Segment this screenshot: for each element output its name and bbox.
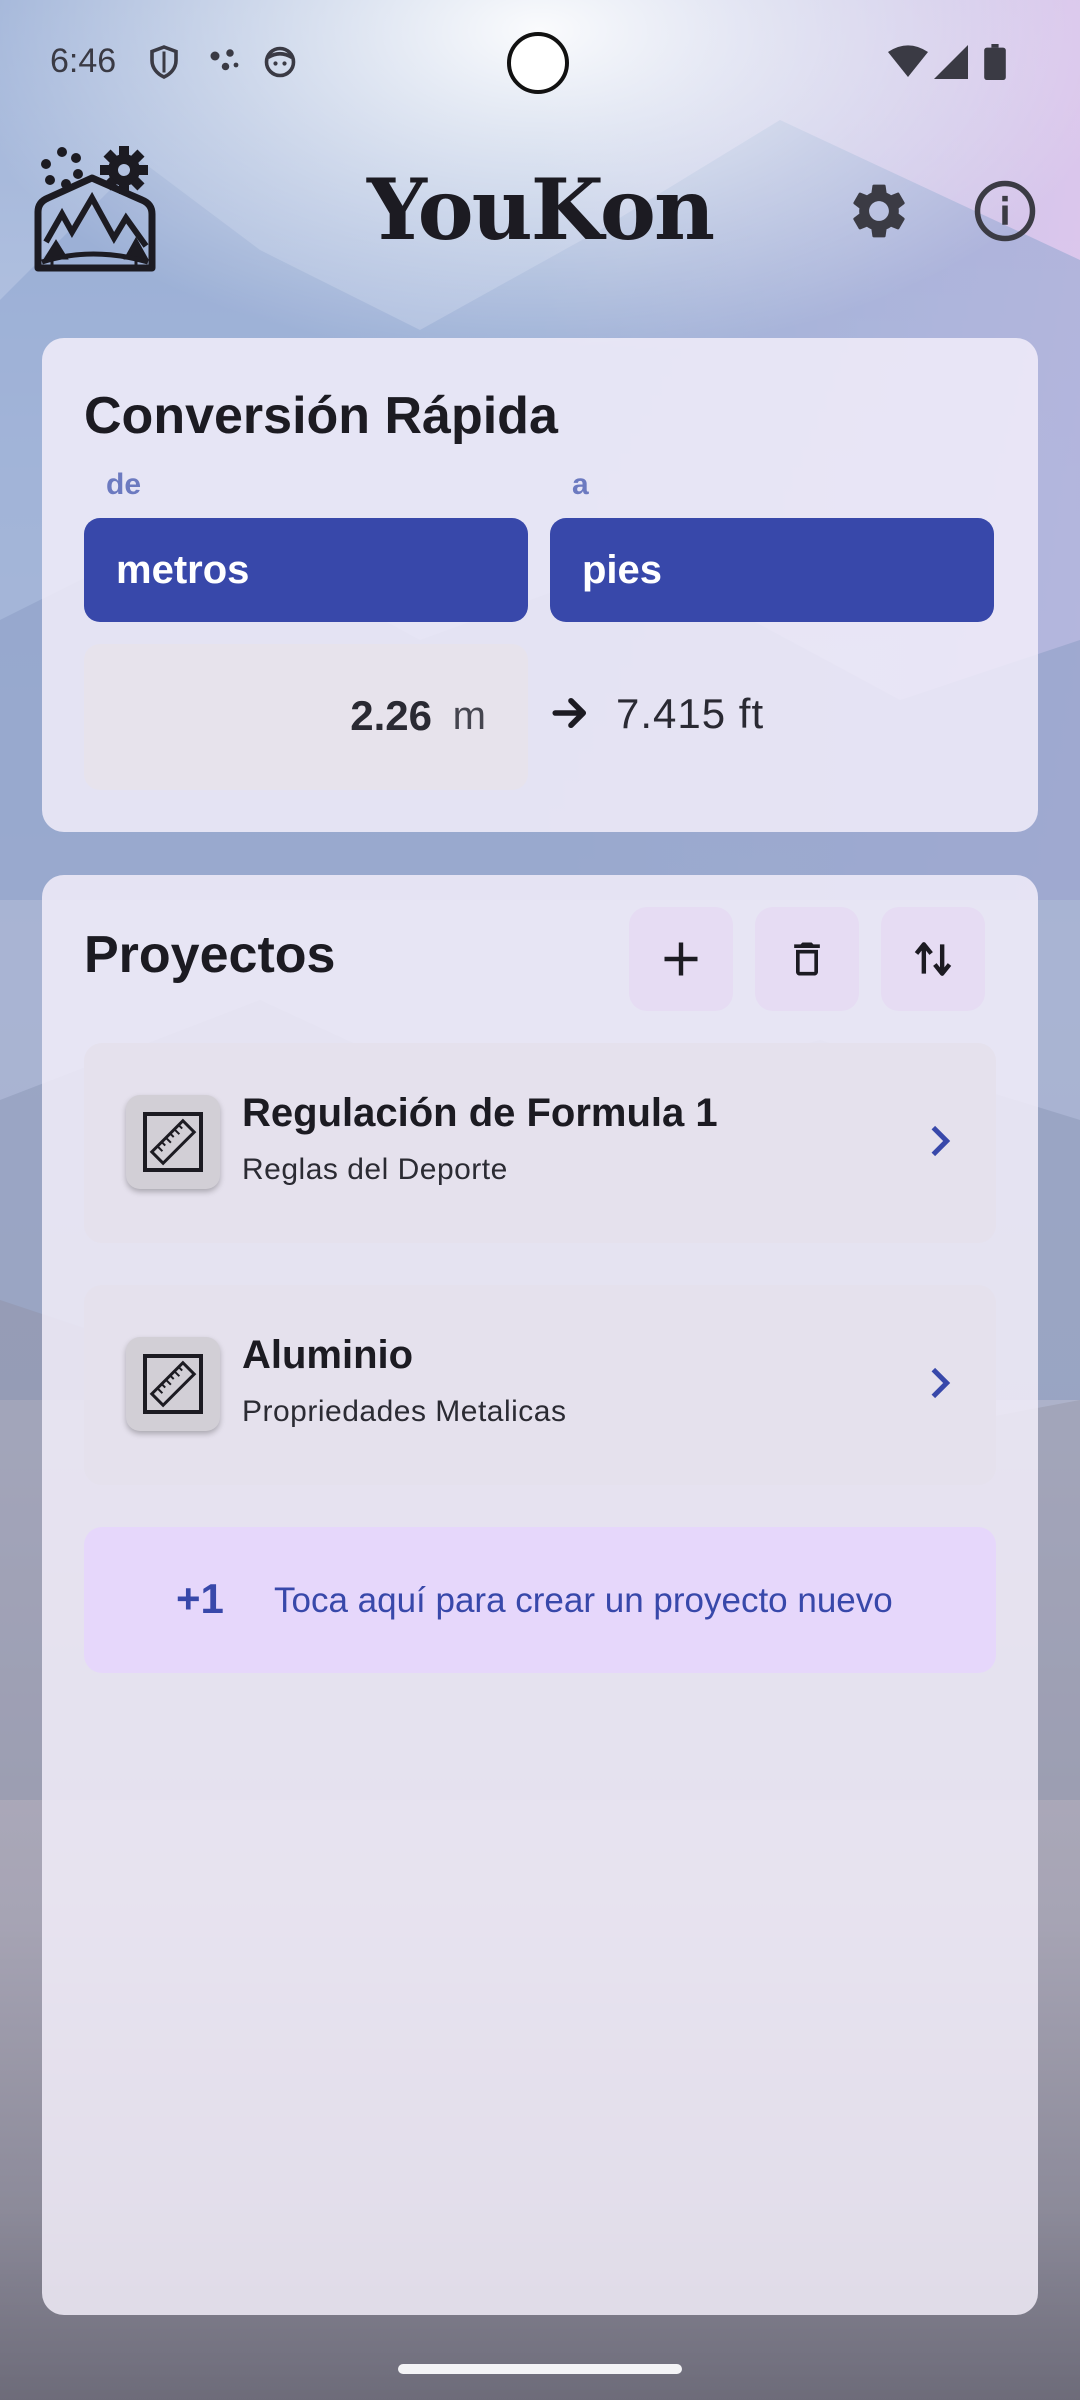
to-label: a: [572, 468, 589, 501]
project-subtitle: Reglas del Deporte: [242, 1153, 508, 1186]
info-icon: [972, 180, 1038, 248]
quick-conversion-title: Conversión Rápida: [84, 387, 558, 445]
dots-icon: [206, 44, 242, 85]
project-title: Regulación de Formula 1: [242, 1091, 718, 1135]
status-bar: 6:46: [0, 0, 1080, 128]
create-project-label: Toca aquí para crear un proyecto nuevo: [274, 1581, 893, 1620]
add-project-button[interactable]: [629, 907, 733, 1011]
value-input[interactable]: 2.26 m: [84, 644, 528, 790]
projects-card: Proyectos Regulación de Formula 1 Reglas…: [42, 875, 1038, 2315]
chevron-right-icon: [920, 1121, 960, 1166]
quick-conversion-card: Conversión Rápida de a metros pies 2.26 …: [42, 338, 1038, 832]
battery-icon: [984, 44, 1006, 85]
input-unit: m: [452, 694, 486, 738]
shield-icon: [146, 44, 182, 85]
to-unit-select[interactable]: pies: [550, 518, 994, 622]
status-time: 6:46: [50, 42, 117, 80]
conversion-result: 7.415 ft: [616, 690, 765, 737]
delete-project-button[interactable]: [755, 907, 859, 1011]
sort-projects-button[interactable]: [881, 907, 985, 1011]
signal-icon: [934, 44, 968, 85]
chevron-right-icon: [920, 1363, 960, 1408]
project-title: Aluminio: [242, 1333, 414, 1377]
ruler-icon: [126, 1337, 220, 1431]
settings-icon: [846, 184, 912, 248]
ruler-icon: [126, 1095, 220, 1189]
create-project-button[interactable]: +1 Toca aquí para crear un proyecto nuev…: [84, 1527, 996, 1673]
settings-button[interactable]: [846, 178, 912, 244]
input-value: 2.26: [350, 692, 432, 739]
camera-cutout: [507, 32, 569, 94]
project-item[interactable]: Aluminio Propriedades Metalicas: [84, 1285, 996, 1485]
create-plus-label: +1: [176, 1575, 224, 1622]
project-item[interactable]: Regulación de Formula 1 Reglas del Depor…: [84, 1043, 996, 1243]
from-unit-select[interactable]: metros: [84, 518, 528, 622]
from-label: de: [106, 468, 142, 501]
info-button[interactable]: [972, 178, 1038, 244]
app-title: YouKon: [366, 160, 715, 259]
project-subtitle: Propriedades Metalicas: [242, 1395, 567, 1428]
projects-title: Proyectos: [84, 926, 336, 984]
home-indicator[interactable]: [398, 2364, 682, 2374]
wifi-icon: [888, 44, 928, 85]
face-icon: [262, 44, 298, 85]
arrow-right-icon: [550, 692, 592, 734]
